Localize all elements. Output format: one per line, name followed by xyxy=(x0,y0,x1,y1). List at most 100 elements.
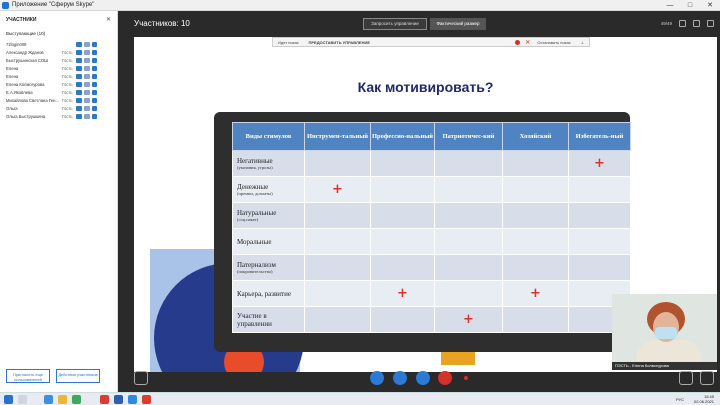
video-icon xyxy=(92,41,97,47)
title-bar: Приложение "Сферум Skype" — □ ✕ xyxy=(0,0,720,11)
participant-name: Михайлова Светлана Ген... xyxy=(6,97,59,103)
video-icon xyxy=(92,57,97,63)
participant-actions-button[interactable]: Действия участников xyxy=(56,369,100,383)
video-icon xyxy=(92,113,97,119)
chrome-icon[interactable] xyxy=(72,395,81,404)
sharing-status: Идет показ xyxy=(278,39,299,45)
maximize-button[interactable]: □ xyxy=(680,0,700,11)
stop-sharing-button[interactable]: Остановить показ xyxy=(532,40,575,45)
column-header: Профессио-нальный xyxy=(370,122,435,151)
video-person-mask xyxy=(655,327,677,339)
row-sublabel: (покровительство) xyxy=(237,269,273,274)
participant-row[interactable]: Елена Гость xyxy=(6,72,116,80)
close-panel-icon[interactable]: ✕ xyxy=(106,16,111,23)
search-icon[interactable] xyxy=(18,395,27,404)
pin-icon[interactable]: ⊥ xyxy=(576,40,589,45)
table-cell xyxy=(370,176,435,203)
explorer-icon[interactable] xyxy=(58,395,67,404)
phone-icon xyxy=(76,81,82,87)
table-header-row: Виды стимулов Инструмен-тальный Профессио-… xyxy=(232,122,631,151)
camera-button[interactable] xyxy=(370,371,384,385)
table-body: Негативные (указания, угрозы) + Денежные (пр… xyxy=(232,150,631,333)
microphone-button[interactable] xyxy=(393,371,407,385)
table-cell xyxy=(304,254,371,281)
table-cell xyxy=(568,228,631,255)
share-screen-button[interactable] xyxy=(416,371,430,385)
request-control-button[interactable]: Запросить управление xyxy=(363,18,427,30)
dialpad-icon[interactable] xyxy=(679,371,693,385)
table-cell xyxy=(502,202,569,229)
participant-row[interactable]: Быструшинская СОШ Гость xyxy=(6,56,116,64)
gallery-icon[interactable] xyxy=(134,371,148,385)
participant-row[interactable]: Елена Колмогурова Гость xyxy=(6,80,116,88)
table-cell xyxy=(304,202,371,229)
table-cell xyxy=(434,202,503,229)
app-window: Приложение "Сферум Skype" — □ ✕ УЧАСТНИК… xyxy=(0,0,720,392)
table-cell xyxy=(370,306,435,333)
yandex-browser-icon[interactable] xyxy=(142,395,151,404)
mic-icon xyxy=(84,57,90,63)
row-sublabel: (премии, доплаты) xyxy=(237,191,273,196)
word-icon[interactable] xyxy=(114,395,123,404)
stop-x-icon[interactable]: ✕ xyxy=(523,39,532,46)
language-indicator[interactable]: РУС xyxy=(676,397,684,402)
participant-role: Гость xyxy=(62,97,73,103)
row-label: Негативные xyxy=(237,157,273,165)
table-row: Участие в управлении + xyxy=(232,306,631,333)
phone-icon xyxy=(76,65,82,71)
plus-mark: + xyxy=(530,286,541,301)
table-cell xyxy=(568,202,631,229)
start-icon[interactable] xyxy=(4,395,13,404)
video-icon xyxy=(92,89,97,95)
chat-icon[interactable] xyxy=(707,20,714,27)
table-cell xyxy=(502,176,569,203)
video-icon xyxy=(92,97,97,103)
row-label: Денежные xyxy=(237,183,269,191)
fullscreen-icon[interactable] xyxy=(693,20,700,27)
yandex-icon[interactable] xyxy=(100,395,109,404)
skype-icon xyxy=(2,2,9,9)
video-icon xyxy=(92,65,97,71)
phone-icon xyxy=(76,97,82,103)
plus-mark: + xyxy=(397,286,408,301)
phone-icon xyxy=(76,49,82,55)
invite-users-button[interactable]: Пригласить еще пользователей xyxy=(6,369,50,383)
give-control-menu[interactable]: ПРЕДОСТАВИТЬ УПРАВЛЕНИЕ xyxy=(304,40,376,45)
participant-role: Гость xyxy=(62,81,73,87)
participant-name: Ольга xyxy=(6,105,18,111)
close-window-button[interactable]: ✕ xyxy=(700,0,720,11)
end-call-button[interactable] xyxy=(438,371,452,385)
table-cell xyxy=(434,280,503,307)
participant-row[interactable]: Ольга Быструшкина Гость xyxy=(6,112,116,120)
table-cell: + xyxy=(434,306,503,333)
participant-name: Александр Жданов xyxy=(6,49,44,55)
screenshare-bar: Идет показ ПРЕДОСТАВИТЬ УПРАВЛЕНИЕ ✕ Ост… xyxy=(272,37,590,47)
column-header: Патриотичес-кий xyxy=(434,122,503,151)
skype-taskbar-icon[interactable] xyxy=(128,395,137,404)
clock[interactable]: 15:45 02.06.2021 xyxy=(694,394,714,404)
participant-role: Гость xyxy=(62,65,73,71)
settings-icon[interactable] xyxy=(700,371,714,385)
participants-count[interactable]: Участников: 10 xyxy=(134,19,190,28)
actual-size-button[interactable]: Фактический размер xyxy=(430,18,486,30)
minimize-button[interactable]: — xyxy=(660,0,680,11)
phone-icon xyxy=(76,113,82,119)
participant-row[interactable]: Елена Гость xyxy=(6,64,116,72)
participant-row[interactable]: Александр Жданов Гость xyxy=(6,48,116,56)
motivation-table: Виды стимулов Инструмен-тальный Профессио-… xyxy=(232,122,631,333)
participant-row[interactable]: Михайлова Светлана Ген... Гость xyxy=(6,96,116,104)
layout-icon[interactable] xyxy=(679,20,686,27)
participant-name: Елена xyxy=(6,73,19,79)
os-taskbar: РУС 15:45 02.06.2021 xyxy=(0,392,720,405)
participant-row[interactable]: Е.А.Яковлева Гость xyxy=(6,88,116,96)
row-label: Моральные xyxy=(237,237,272,246)
video-icon xyxy=(92,49,97,55)
row-label-cell: Патернализм (покровительство) xyxy=(232,254,305,281)
presenter-video[interactable]: ПЭСТЬ - Елена Колмогурова xyxy=(612,294,717,370)
participant-row[interactable]: Ольга Гость xyxy=(6,104,116,112)
table-cell xyxy=(304,228,371,255)
participant-row[interactable]: 72login008 xyxy=(6,40,116,48)
participant-role: Гость xyxy=(62,89,73,95)
speakers-section[interactable]: Выступающие (10) xyxy=(6,31,45,36)
edge-icon[interactable] xyxy=(44,395,53,404)
